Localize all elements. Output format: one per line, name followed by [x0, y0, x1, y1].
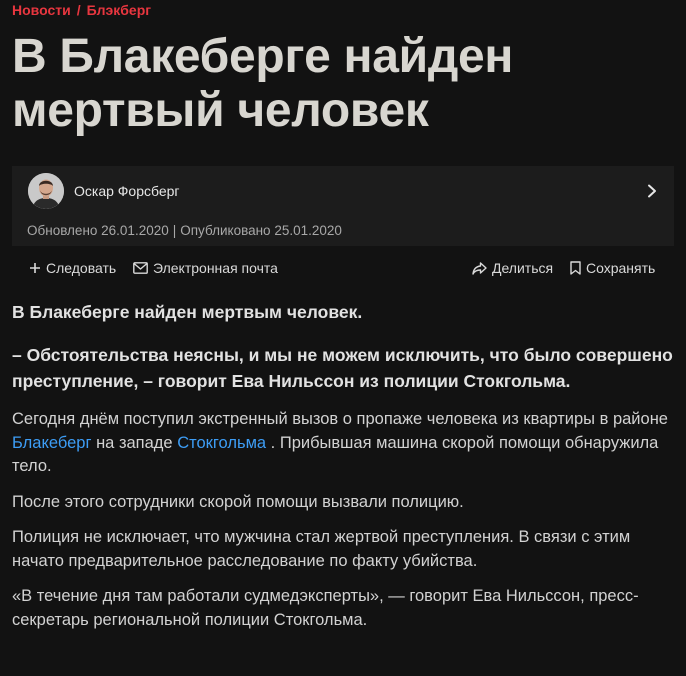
breadcrumb: Новости / Блэкберг: [12, 2, 151, 18]
author-name: Оскар Форсберг: [74, 183, 180, 199]
paragraph-1: Сегодня днём поступил экстренный вызов о…: [12, 408, 676, 479]
paragraph-1-text-start: Сегодня днём поступил экстренный вызов о…: [12, 410, 668, 428]
lead-paragraph: В Блакеберге найден мертвым человек.: [12, 302, 363, 322]
follow-button[interactable]: Следовать: [29, 256, 116, 280]
author-link[interactable]: Оскар Форсберг: [12, 166, 674, 216]
paragraph-1-text-middle: на западе: [91, 433, 178, 452]
save-label: Сохранять: [586, 260, 656, 276]
published-date: Опубликовано 25.01.2020: [180, 223, 342, 238]
paragraph-2: После этого сотрудники скорой помощи выз…: [12, 492, 464, 511]
article-actions: Следовать Электронная почта Делиться Сох…: [12, 256, 674, 280]
paragraph-3: Полиция не исключает, что мужчина стал ж…: [12, 528, 631, 570]
share-icon: [472, 261, 487, 275]
avatar-portrait-icon: [28, 173, 64, 209]
author-card: Оскар Форсберг Обновлено 26.01.2020 | Опуб…: [12, 166, 674, 246]
updated-date: Обновлено 26.01.2020: [27, 223, 169, 238]
article-title: В Блакеберге найден мертвый человек: [12, 30, 514, 137]
breadcrumb-separator: /: [76, 2, 81, 18]
article-body: В Блакеберге найден мертвым человек. – О…: [12, 300, 676, 644]
chevron-right-icon: [648, 184, 656, 198]
dates-separator: |: [172, 223, 177, 238]
author-avatar: [28, 173, 64, 209]
email-button[interactable]: Электронная почта: [133, 256, 278, 280]
email-label: Электронная почта: [153, 260, 278, 276]
plus-icon: [30, 263, 40, 273]
share-label: Делиться: [492, 260, 554, 276]
link-blackeberg[interactable]: Блакеберг: [12, 434, 91, 452]
mail-icon: [133, 262, 148, 274]
article-dates: Обновлено 26.01.2020 | Опубликовано 25.01.…: [27, 223, 342, 238]
paragraph-4: «В течение дня там работали судмедэкспер…: [12, 587, 639, 629]
share-button[interactable]: Делиться: [472, 256, 553, 280]
save-button[interactable]: Сохранять: [570, 256, 655, 280]
bookmark-icon: [570, 261, 581, 275]
link-stockholm[interactable]: Стокгольма: [177, 434, 266, 452]
breadcrumb-link-section[interactable]: Блэкберг: [87, 2, 152, 18]
lead-quote: – Обстоятельства неясны, и мы не можем и…: [12, 345, 673, 391]
follow-label: Следовать: [46, 260, 117, 276]
breadcrumb-link-news[interactable]: Новости: [12, 2, 71, 18]
